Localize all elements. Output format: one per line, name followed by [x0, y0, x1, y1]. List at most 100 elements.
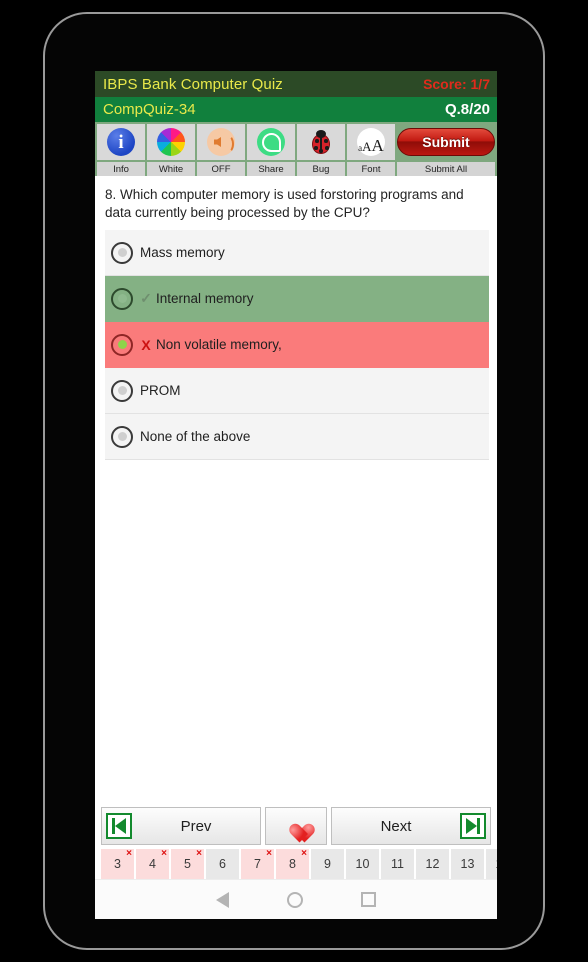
next-button-label: Next: [380, 817, 412, 835]
wrong-cross-icon: X: [141, 336, 151, 353]
option-label: Internal memory: [156, 291, 254, 307]
info-icon: i: [107, 128, 135, 156]
toolbar-label-white: White: [147, 162, 195, 176]
option-label: Mass memory: [140, 245, 225, 261]
quiz-set-label: CompQuiz-34: [103, 101, 196, 118]
question-number-cell[interactable]: 8 ×: [276, 849, 309, 879]
option-label: PROM: [140, 383, 181, 399]
font-size-icon: aAA: [357, 128, 385, 156]
option-row[interactable]: None of the above: [105, 414, 489, 461]
toolbar-button-white[interactable]: [147, 124, 195, 160]
option-label: Non volatile memory,: [156, 337, 282, 353]
toolbar-label-share: Share: [247, 162, 295, 176]
option-radio-dot: [117, 340, 127, 350]
question-number-label: 12: [425, 857, 440, 871]
toolbar-button-share[interactable]: [247, 124, 295, 160]
prev-button-label: Prev: [180, 817, 212, 835]
toolbar-label-bug: Bug: [297, 162, 345, 176]
question-number-label: 3: [114, 857, 121, 871]
home-icon[interactable]: [287, 891, 303, 908]
question-wrong-marker-icon: ×: [196, 849, 202, 859]
toolbar-button-font[interactable]: aAA: [347, 124, 395, 160]
app-header-sub: CompQuiz-34 Q.8/20: [95, 97, 497, 122]
content-filler: [95, 460, 497, 803]
toolbar-button-info[interactable]: i: [97, 124, 145, 160]
score-label: Score: 1/7: [423, 76, 490, 92]
question-text: 8. Which computer memory is used forstor…: [105, 187, 464, 221]
question-number-cell[interactable]: 3 ×: [101, 849, 134, 879]
question-wrong-marker-icon: ×: [266, 849, 272, 859]
option-radio-dot: [117, 432, 127, 442]
recents-icon[interactable]: [361, 892, 376, 907]
question-nav-bar: Prev Next: [95, 803, 497, 849]
toolbar-icon-row: i a A A Submit: [97, 124, 495, 160]
toolbar: i a A A Submit Info White OFF Share Bug …: [95, 122, 497, 176]
toolbar-label-sound: OFF: [197, 162, 245, 176]
question-number-cell[interactable]: 7 ×: [241, 849, 274, 879]
option-radio[interactable]: [111, 241, 133, 264]
question-wrong-marker-icon: ×: [301, 849, 307, 859]
favorite-button[interactable]: [265, 807, 327, 845]
question-number-label: 4: [149, 857, 156, 871]
question-number-cell[interactable]: 12: [416, 849, 449, 879]
page-title: IBPS Bank Computer Quiz: [103, 75, 283, 93]
question-wrong-marker-icon: ×: [161, 849, 167, 859]
question-number-cell[interactable]: 11: [381, 849, 414, 879]
bug-icon: [308, 128, 334, 156]
toolbar-button-bug[interactable]: [297, 124, 345, 160]
question-number-cell[interactable]: 10: [346, 849, 379, 879]
prev-button[interactable]: Prev: [101, 807, 261, 845]
question-number-label: 7: [254, 857, 261, 871]
color-wheel-icon: [157, 128, 185, 156]
question-number-cell[interactable]: 4 ×: [136, 849, 169, 879]
question-number-label: 11: [391, 857, 404, 871]
option-radio[interactable]: [111, 379, 133, 402]
option-radio[interactable]: [111, 333, 133, 356]
system-navigation-bar: [95, 879, 497, 919]
question-number-label: 6: [219, 857, 226, 871]
option-row[interactable]: Mass memory: [105, 230, 489, 277]
option-radio-dot: [117, 386, 127, 396]
question-number-label: 5: [184, 857, 191, 871]
whatsapp-icon: [257, 128, 285, 156]
option-label: None of the above: [140, 429, 251, 445]
question-wrong-marker-icon: ×: [126, 849, 132, 859]
option-radio[interactable]: [111, 287, 133, 310]
device-frame: IBPS Bank Computer Quiz Score: 1/7 CompQ…: [43, 12, 545, 950]
back-icon[interactable]: [216, 891, 229, 908]
question-number-cell[interactable]: 13: [451, 849, 484, 879]
question-number-cell[interactable]: 5 ×: [171, 849, 204, 879]
question-counter: Q.8/20: [444, 101, 490, 118]
toolbar-label-row: Info White OFF Share Bug Font Submit All: [97, 162, 495, 176]
device-screen: IBPS Bank Computer Quiz Score: 1/7 CompQ…: [95, 71, 497, 919]
toolbar-label-info: Info: [97, 162, 145, 176]
question-number-label: 8: [289, 857, 296, 871]
submit-button-label: Submit: [397, 128, 495, 156]
toolbar-label-font: Font: [347, 162, 395, 176]
option-radio[interactable]: [111, 425, 133, 448]
question-number-cell[interactable]: 14: [486, 849, 497, 879]
question-number-label: 10: [355, 857, 370, 871]
option-row[interactable]: X Non volatile memory,: [105, 322, 489, 369]
question-number-label: 14: [496, 857, 497, 871]
question-number-label: 9: [324, 857, 331, 871]
speaker-icon: [207, 128, 235, 156]
option-radio-dot: [117, 294, 127, 304]
option-row[interactable]: ✓ Internal memory: [105, 276, 489, 323]
options-list: Mass memory ✓ Internal memory X Non volatile…: [95, 230, 497, 461]
option-row[interactable]: PROM: [105, 368, 489, 415]
toolbar-button-sound[interactable]: [197, 124, 245, 160]
option-radio-dot: [117, 248, 127, 258]
question-area: 8. Which computer memory is used forstor…: [95, 176, 497, 231]
toolbar-label-submit-all: Submit All: [397, 162, 495, 176]
question-number-cell[interactable]: 9: [311, 849, 344, 879]
skip-next-icon: [460, 813, 486, 839]
app-header-top: IBPS Bank Computer Quiz Score: 1/7: [95, 71, 497, 97]
correct-check-icon: ✓: [140, 290, 152, 307]
question-number-strip: 3×4×5×67×8×91011121314: [95, 849, 497, 879]
question-number-cell[interactable]: 6: [206, 849, 239, 879]
toolbar-button-submit[interactable]: Submit: [397, 124, 495, 160]
heart-icon: [284, 815, 308, 837]
next-button[interactable]: Next: [331, 807, 491, 845]
question-number-label: 13: [460, 857, 475, 871]
